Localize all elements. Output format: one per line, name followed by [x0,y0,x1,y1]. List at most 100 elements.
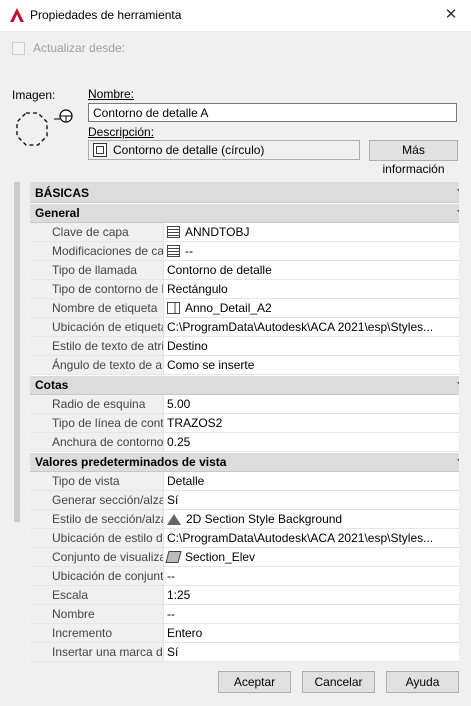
name-input[interactable]: Contorno de detalle A [88,103,457,122]
collapse-icon[interactable] [457,459,459,464]
property-key: Tipo de llamada [30,261,164,280]
property-value[interactable]: Sí [164,491,459,510]
property-row[interactable]: Clave de capa ANNDTOBJ [30,223,459,242]
update-from-checkbox[interactable] [12,42,25,56]
property-value-text: 0.25 [167,435,191,449]
property-value[interactable]: TRAZOS2 [164,414,459,433]
section-title: General [35,206,80,220]
ok-button[interactable]: Aceptar [218,671,291,693]
property-value[interactable]: C:\ProgramData\Autodesk\ACA 2021\esp\Sty… [164,318,459,337]
description-field[interactable]: Contorno de detalle (círculo) [88,140,360,160]
properties-panel[interactable]: BÁSICAS General Clave de capa ANNDTOBJ Modi… [14,182,459,662]
property-value[interactable]: Como se inserte [164,356,459,375]
property-value[interactable]: Destino [164,337,459,356]
property-row[interactable]: Incremento Entero [30,624,459,643]
property-key: Tipo de línea de cont... [30,414,164,433]
property-value[interactable]: Sí [164,643,459,662]
house-icon [167,513,181,525]
property-value-text: Destino [167,339,208,353]
property-row[interactable]: Nombre de etiqueta Anno_Detail_A2 [30,299,459,318]
property-value-text: Contorno de detalle [167,263,272,277]
property-value[interactable]: -- [164,242,459,261]
property-row[interactable]: Tipo de vista Detalle [30,472,459,491]
property-value[interactable]: 5.00 [164,395,459,414]
property-value[interactable]: 1:25 [164,586,459,605]
property-key: Tipo de contorno de l... [30,280,164,299]
tag-icon [167,302,180,314]
property-value-text: 5.00 [167,397,191,411]
autodesk-app-icon [10,8,24,22]
property-row[interactable]: Escala 1:25 [30,586,459,605]
property-row[interactable]: Radio de esquina 5.00 [30,395,459,414]
property-row[interactable]: Ubicación de conjunt... -- [30,567,459,586]
property-row[interactable]: Ángulo de texto de a... Como se inserte [30,356,459,375]
property-row[interactable]: Ubicación de estilo d... C:\ProgramData\A… [30,529,459,548]
property-value[interactable]: ANNDTOBJ [164,223,459,242]
panel-scroll-strip[interactable] [14,182,20,522]
collapse-icon[interactable] [457,189,459,194]
property-row[interactable]: Ubicación de etiqueta C:\ProgramData\Auto… [30,318,459,337]
collapse-icon[interactable] [457,210,459,215]
property-key: Ubicación de conjunt... [30,567,164,586]
section-basicas-title: BÁSICAS [35,186,90,200]
cancel-button[interactable]: Cancelar [302,671,375,693]
description-icon [93,143,107,157]
property-key: Ubicación de etiqueta [30,318,164,337]
property-row[interactable]: Tipo de llamada Contorno de detalle [30,261,459,280]
property-key: Clave de capa [30,223,164,242]
section-header[interactable]: General [30,203,459,223]
update-from-row[interactable]: Actualizar desde: [12,41,125,56]
property-row[interactable]: Generar sección/alza... Sí [30,491,459,510]
help-button[interactable]: Ayuda [386,671,459,693]
property-value[interactable]: Entero [164,624,459,643]
property-value-text: 2D Section Style Background [186,512,343,526]
section-basicas[interactable]: BÁSICAS [30,182,459,203]
more-info-button[interactable]: Más información [369,140,458,176]
property-value[interactable]: Section_Elev [164,548,459,567]
property-row[interactable]: Modificaciones de ca... -- [30,242,459,261]
property-value[interactable]: Detalle [164,472,459,491]
property-value[interactable]: Rectángulo [164,280,459,299]
property-value-text: ANNDTOBJ [185,225,250,239]
property-value-text: 1:25 [167,588,191,602]
property-value[interactable]: C:\ProgramData\Autodesk\ACA 2021\esp\Sty… [164,529,459,548]
property-value[interactable]: Contorno de detalle [164,261,459,280]
property-value-text: -- [185,244,193,258]
property-row[interactable]: Nombre -- [30,605,459,624]
property-value-text: Detalle [167,474,205,488]
property-row[interactable]: Estilo de sección/alza... 2D Section Styl… [30,510,459,529]
property-value[interactable]: Anno_Detail_A2 [164,299,459,318]
property-row[interactable]: Anchura de contorno 0.25 [30,433,459,452]
table-icon [167,226,180,238]
section-header[interactable]: Valores predeterminados de vista [30,452,459,472]
property-value[interactable]: 2D Section Style Background [164,510,459,529]
property-key: Ángulo de texto de a... [30,356,164,375]
property-value[interactable]: -- [164,605,459,624]
property-key: Escala [30,586,164,605]
property-key: Nombre [30,605,164,624]
table-icon [167,245,180,257]
image-label: Imagen: [12,88,56,102]
property-key: Anchura de contorno [30,433,164,452]
property-value[interactable]: -- [164,567,459,586]
section-header[interactable]: Cotas [30,375,459,395]
property-key: Radio de esquina [30,395,164,414]
property-row[interactable]: Estilo de texto de atri... Destino [30,337,459,356]
property-value-text: Como se inserte [167,358,255,372]
property-key: Ubicación de estilo d... [30,529,164,548]
collapse-icon[interactable] [457,382,459,387]
property-row[interactable]: Tipo de contorno de l... Rectángulo [30,280,459,299]
property-key: Conjunto de visualiza... [30,548,164,567]
update-from-label: Actualizar desde: [33,41,126,55]
property-key: Estilo de texto de atri... [30,337,164,356]
octagon-detail-boundary-icon[interactable] [14,107,74,159]
section-title: Cotas [35,378,69,392]
property-value[interactable]: 0.25 [164,433,459,452]
property-key: Tipo de vista [30,472,164,491]
property-row[interactable]: Conjunto de visualiza... Section_Elev [30,548,459,567]
close-icon[interactable]: ✕ [441,5,461,25]
property-row[interactable]: Insertar una marca d... Sí [30,643,459,662]
property-row[interactable]: Tipo de línea de cont... TRAZOS2 [30,414,459,433]
property-value-text: Anno_Detail_A2 [185,301,272,315]
property-value-text: C:\ProgramData\Autodesk\ACA 2021\esp\Sty… [167,531,434,545]
